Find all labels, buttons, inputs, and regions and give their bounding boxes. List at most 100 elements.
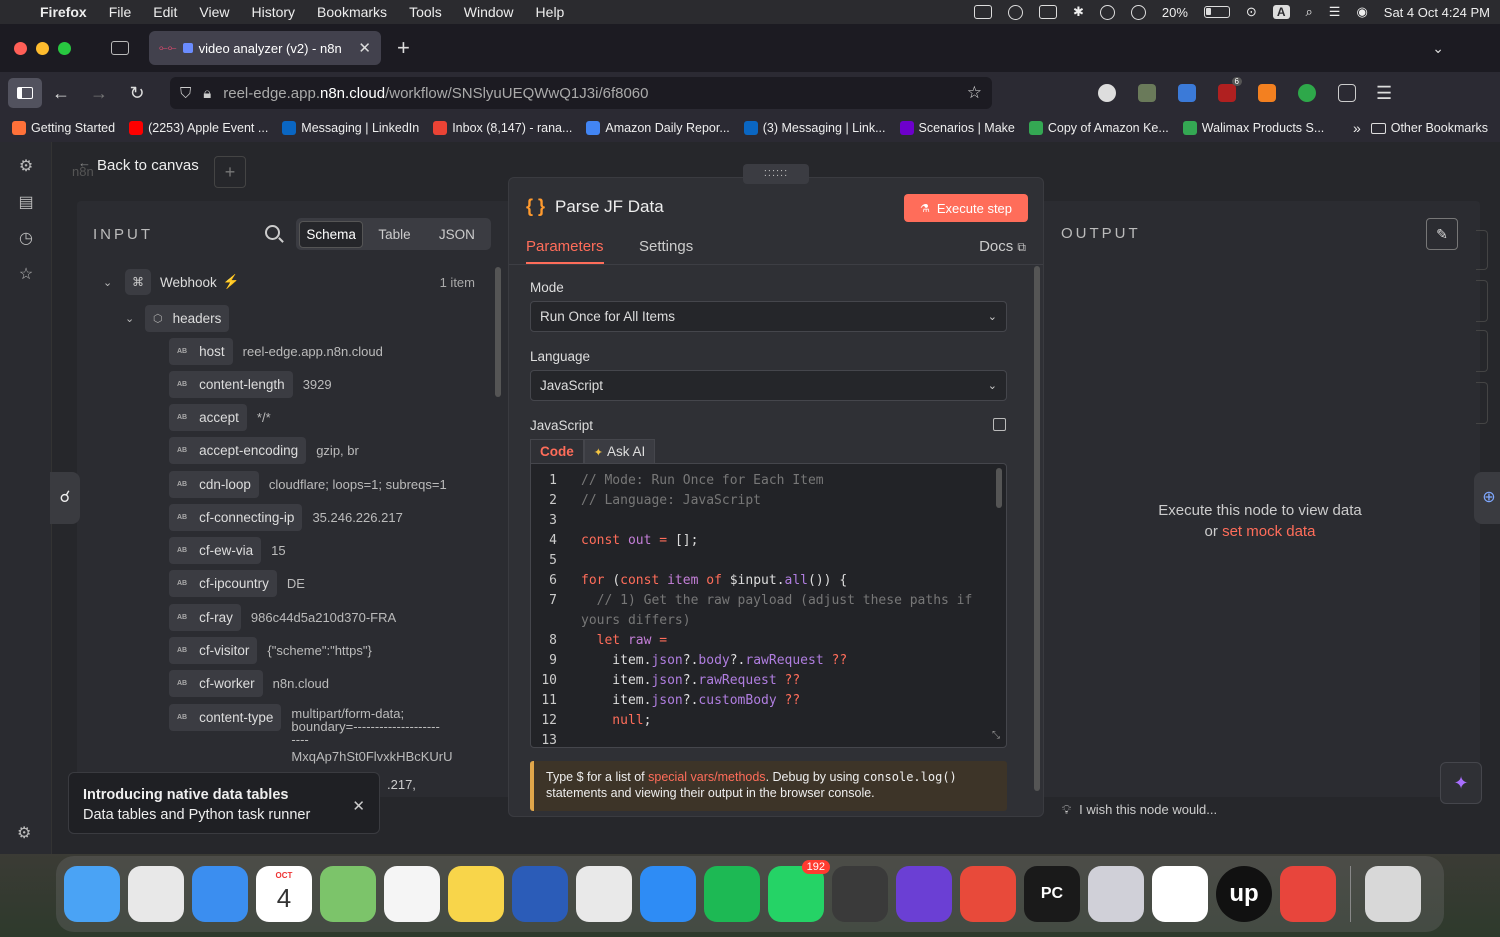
settings-gear-icon[interactable]: ⚙	[17, 823, 31, 843]
menu-firefox[interactable]: Firefox	[40, 4, 87, 20]
field-key-chip[interactable]: AB content-length	[169, 371, 293, 398]
view-json-button[interactable]: JSON	[426, 222, 488, 247]
mode-select[interactable]: Run Once for All Items ⌄	[530, 301, 1007, 332]
output-side-tab[interactable]	[1476, 330, 1488, 372]
favorites-star-icon[interactable]: ☆	[17, 266, 35, 284]
more-bookmarks-icon[interactable]: »	[1353, 120, 1361, 136]
list-all-tabs-icon[interactable]: ⌄	[1432, 40, 1444, 57]
ticktick-icon[interactable]	[960, 866, 1016, 922]
schema-root-row[interactable]: ⌄ ⌘ Webhook ⚡	[103, 269, 483, 295]
new-tab-icon[interactable]: +	[397, 35, 410, 61]
bookmark-linkedin-messaging-2[interactable]: (3) Messaging | Link...	[743, 121, 886, 135]
accessibility-icon[interactable]	[1099, 4, 1115, 20]
trash-icon[interactable]	[1365, 866, 1421, 922]
whatsapp-icon[interactable]: 192	[768, 860, 830, 922]
finder-icon[interactable]	[64, 866, 120, 922]
zoom-window-button[interactable]	[58, 41, 71, 55]
special-vars-link[interactable]: special vars/methods	[648, 770, 765, 784]
schema-field-row[interactable]: AB host reel-edge.app.n8n.cloud	[169, 338, 383, 365]
reminders-icon[interactable]	[384, 866, 440, 922]
view-table-button[interactable]: Table	[363, 222, 425, 247]
node-connector-handle-icon[interactable]: ☌	[50, 472, 80, 524]
schema-field-row[interactable]: AB cdn-loop cloudflare; loops=1; subreqs=1	[169, 471, 447, 498]
word-status-icon[interactable]	[973, 5, 992, 19]
bookmark-walimax-products[interactable]: Walimax Products S...	[1182, 121, 1324, 135]
schema-group-row[interactable]: ⌄ ⬡ headers	[125, 305, 230, 332]
firefox-icon[interactable]	[896, 866, 952, 922]
language-select[interactable]: JavaScript ⌄	[530, 370, 1007, 401]
extension-vpn-icon[interactable]	[1178, 84, 1196, 102]
output-side-tab[interactable]	[1476, 280, 1488, 322]
display-icon[interactable]	[1038, 5, 1057, 19]
expand-editor-icon[interactable]	[993, 418, 1006, 431]
address-bar[interactable]: ⛉ 🔒︎ reel-edge.app. n8n.cloud/workflow/SN…	[170, 77, 992, 109]
set-mock-data-link[interactable]: set mock data	[1222, 523, 1315, 540]
browser-tab-active[interactable]: ⟜⟜ video analyzer (v2) - n8n ✕	[149, 31, 381, 65]
wps-office-icon[interactable]	[1280, 866, 1336, 922]
field-key-chip[interactable]: AB cf-connecting-ip	[169, 504, 303, 531]
notes-icon[interactable]	[448, 866, 504, 922]
schema-field-row[interactable]: AB content-type multipart/form-data; bounda…	[169, 704, 453, 763]
screen-mirroring-icon[interactable]: ⊙	[1246, 4, 1257, 20]
bookmark-amazon-daily[interactable]: Amazon Daily Repor...	[586, 121, 730, 135]
close-window-button[interactable]	[14, 41, 27, 55]
forward-arrow-icon[interactable]: →	[80, 83, 118, 104]
panel-drag-handle[interactable]: ::::::	[743, 164, 809, 184]
field-key-chip[interactable]: AB cf-ew-via	[169, 537, 262, 564]
slack-icon[interactable]	[1152, 866, 1208, 922]
bookmark-amazon-keywords[interactable]: Copy of Amazon Ke...	[1028, 121, 1169, 135]
menu-help[interactable]: Help	[536, 4, 565, 20]
field-key-chip[interactable]: AB cf-visitor	[169, 637, 258, 664]
maps-icon[interactable]	[320, 866, 376, 922]
field-key-chip[interactable]: AB cdn-loop	[169, 471, 259, 498]
field-key-chip[interactable]: AB cf-worker	[169, 670, 263, 697]
menu-view[interactable]: View	[199, 4, 229, 20]
field-key-chip[interactable]: AB cf-ipcountry	[169, 570, 277, 597]
feedback-wish-link[interactable]: 💡︎ I wish this node would...	[1062, 802, 1217, 818]
extension-grammar-icon[interactable]	[1138, 84, 1156, 102]
now-playing-icon[interactable]	[1130, 4, 1146, 20]
node-panel-scrollbar[interactable]	[1034, 266, 1040, 791]
menu-edit[interactable]: Edit	[153, 4, 177, 20]
back-arrow-icon[interactable]: ←	[78, 155, 91, 170]
view-schema-button[interactable]: Schema	[299, 220, 364, 248]
search-icon[interactable]	[265, 225, 280, 240]
extension-ublock-icon[interactable]: 6	[1218, 77, 1242, 102]
menu-file[interactable]: File	[109, 4, 132, 20]
back-to-canvas-link[interactable]: Back to canvas	[97, 157, 199, 174]
schema-field-row[interactable]: AB content-length 3929	[169, 371, 332, 398]
lock-icon[interactable]: 🔒︎	[203, 85, 211, 102]
spotify-icon[interactable]	[704, 866, 760, 922]
menubar-clock[interactable]: Sat 4 Oct 4:24 PM	[1384, 5, 1490, 20]
extensions-puzzle-icon[interactable]	[1338, 84, 1356, 102]
field-key-chip[interactable]: AB content-type	[169, 704, 282, 731]
edit-output-button[interactable]: ✎	[1426, 218, 1458, 250]
executions-clock-icon[interactable]: ◷	[17, 230, 35, 248]
chrome-icon[interactable]	[576, 866, 632, 922]
menu-window[interactable]: Window	[464, 4, 514, 20]
mail-icon[interactable]	[192, 866, 248, 922]
output-side-tab[interactable]	[1476, 230, 1488, 270]
field-key-chip[interactable]: AB accept	[169, 404, 247, 431]
n8n-logo-icon[interactable]: ⚙	[17, 158, 35, 176]
app-menu-icon[interactable]: ☰	[1376, 83, 1392, 104]
reload-icon[interactable]: ↻	[118, 83, 156, 104]
schema-field-row[interactable]: AB accept */*	[169, 404, 271, 431]
launchpad-icon[interactable]	[128, 866, 184, 922]
code-editor[interactable]: ⤡ 1// Mode: Run Once for Each Item 2// La…	[530, 463, 1007, 748]
field-key-chip[interactable]: AB host	[169, 338, 233, 365]
bookmark-star-icon[interactable]: ☆	[967, 83, 982, 103]
pycharm-icon[interactable]: PC	[1024, 866, 1080, 922]
extension-sync-icon[interactable]	[1298, 84, 1316, 102]
node-name[interactable]: Parse JF Data	[555, 197, 664, 217]
chevron-down-icon[interactable]: ⌄	[125, 312, 137, 325]
add-node-button[interactable]: +	[214, 156, 246, 188]
ai-assistant-sparkle-icon[interactable]: ✦	[1440, 762, 1482, 804]
tab-settings[interactable]: Settings	[639, 238, 693, 255]
sidebar-toggle-button[interactable]	[8, 78, 42, 108]
battery-icon[interactable]	[1203, 6, 1230, 18]
schema-field-row[interactable]: AB cf-connecting-ip 35.246.226.217	[169, 504, 403, 531]
templates-icon[interactable]: ▤	[17, 194, 35, 212]
schema-field-row[interactable]: AB accept-encoding gzip, br	[169, 437, 359, 464]
tab-ask-ai[interactable]: ✦ Ask AI	[583, 439, 656, 464]
